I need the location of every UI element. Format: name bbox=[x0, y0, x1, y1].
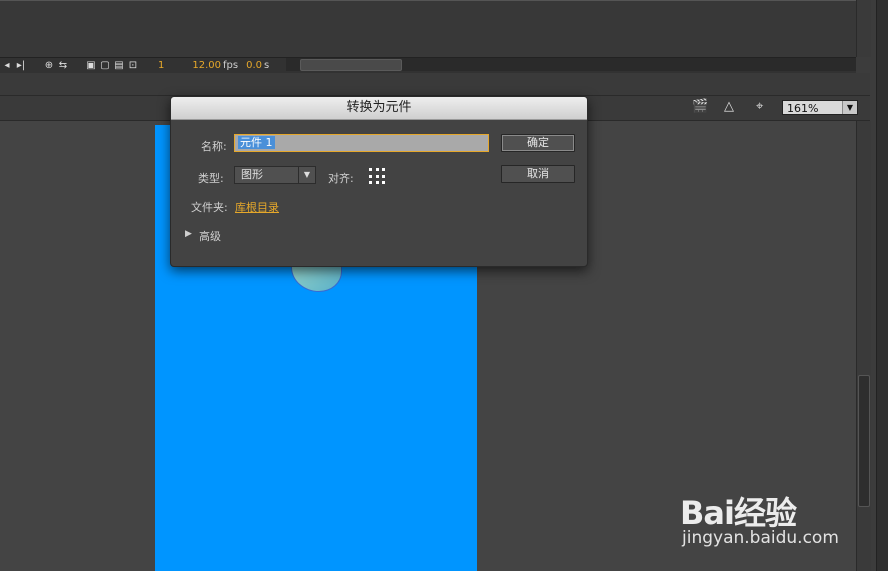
elapsed-time-value[interactable]: 0.0 bbox=[246, 59, 262, 73]
timeline-panel bbox=[0, 0, 856, 58]
right-panel-rail bbox=[876, 0, 888, 571]
chevron-down-icon[interactable]: ▼ bbox=[842, 101, 857, 114]
edit-multiple-frames-icon[interactable]: ▤ bbox=[112, 60, 126, 72]
frame-rate-value[interactable]: 12.00 bbox=[192, 59, 221, 73]
elapsed-time-unit: s bbox=[264, 59, 270, 71]
modify-onion-markers-icon[interactable]: ⊡ bbox=[126, 60, 140, 72]
type-select[interactable]: 图形 ▼ bbox=[234, 166, 316, 184]
step-back-icon[interactable]: ◂ bbox=[0, 60, 14, 72]
type-label: 类型: bbox=[198, 172, 224, 185]
timeline-scroll-thumb[interactable] bbox=[300, 59, 402, 71]
dialog-title: 转换为元件 bbox=[171, 97, 587, 120]
go-to-last-frame-icon[interactable]: ▸| bbox=[14, 60, 28, 72]
chevron-down-icon[interactable]: ▼ bbox=[298, 167, 315, 183]
ok-button[interactable]: 确定 bbox=[501, 134, 575, 152]
name-label: 名称: bbox=[201, 140, 227, 153]
current-frame[interactable]: 1 bbox=[158, 59, 164, 73]
edit-scene-icon[interactable]: 🎬 bbox=[692, 99, 708, 115]
stage-scroll-thumb[interactable] bbox=[858, 375, 870, 507]
expand-triangle-icon[interactable]: ▶ bbox=[185, 229, 192, 239]
cancel-button[interactable]: 取消 bbox=[501, 165, 575, 183]
zoom-value: 161% bbox=[787, 102, 819, 115]
frame-rate-unit: fps bbox=[223, 59, 239, 71]
loop-icon[interactable]: ⇆ bbox=[56, 60, 70, 72]
onion-skin-icon[interactable]: ▣ bbox=[84, 60, 98, 72]
convert-to-symbol-dialog: 转换为元件 名称: 元件 1 类型: 图形 ▼ 对齐: 文件夹: 库根目录 ▶ … bbox=[170, 96, 588, 267]
registration-grid-icon[interactable] bbox=[367, 166, 388, 187]
stage-tab-bar bbox=[0, 73, 870, 96]
name-field-value: 元件 1 bbox=[238, 136, 275, 149]
edit-symbols-icon[interactable]: △ bbox=[724, 99, 734, 115]
timeline-vertical-scrollbar[interactable] bbox=[856, 0, 871, 57]
align-label: 对齐: bbox=[328, 172, 354, 185]
zoom-select[interactable]: 161% ▼ bbox=[782, 100, 858, 115]
advanced-toggle[interactable]: 高级 bbox=[199, 228, 221, 244]
name-field[interactable]: 元件 1 bbox=[234, 134, 489, 152]
folder-link[interactable]: 库根目录 bbox=[235, 199, 279, 215]
onion-skin-outlines-icon[interactable]: ▢ bbox=[98, 60, 112, 72]
folder-label: 文件夹: bbox=[191, 201, 228, 214]
watermark-url: jingyan.baidu.com bbox=[682, 528, 839, 548]
type-select-value: 图形 bbox=[241, 168, 263, 181]
center-frame-icon[interactable]: ⊕ bbox=[42, 60, 56, 72]
center-stage-icon[interactable]: ⌖ bbox=[756, 99, 763, 115]
